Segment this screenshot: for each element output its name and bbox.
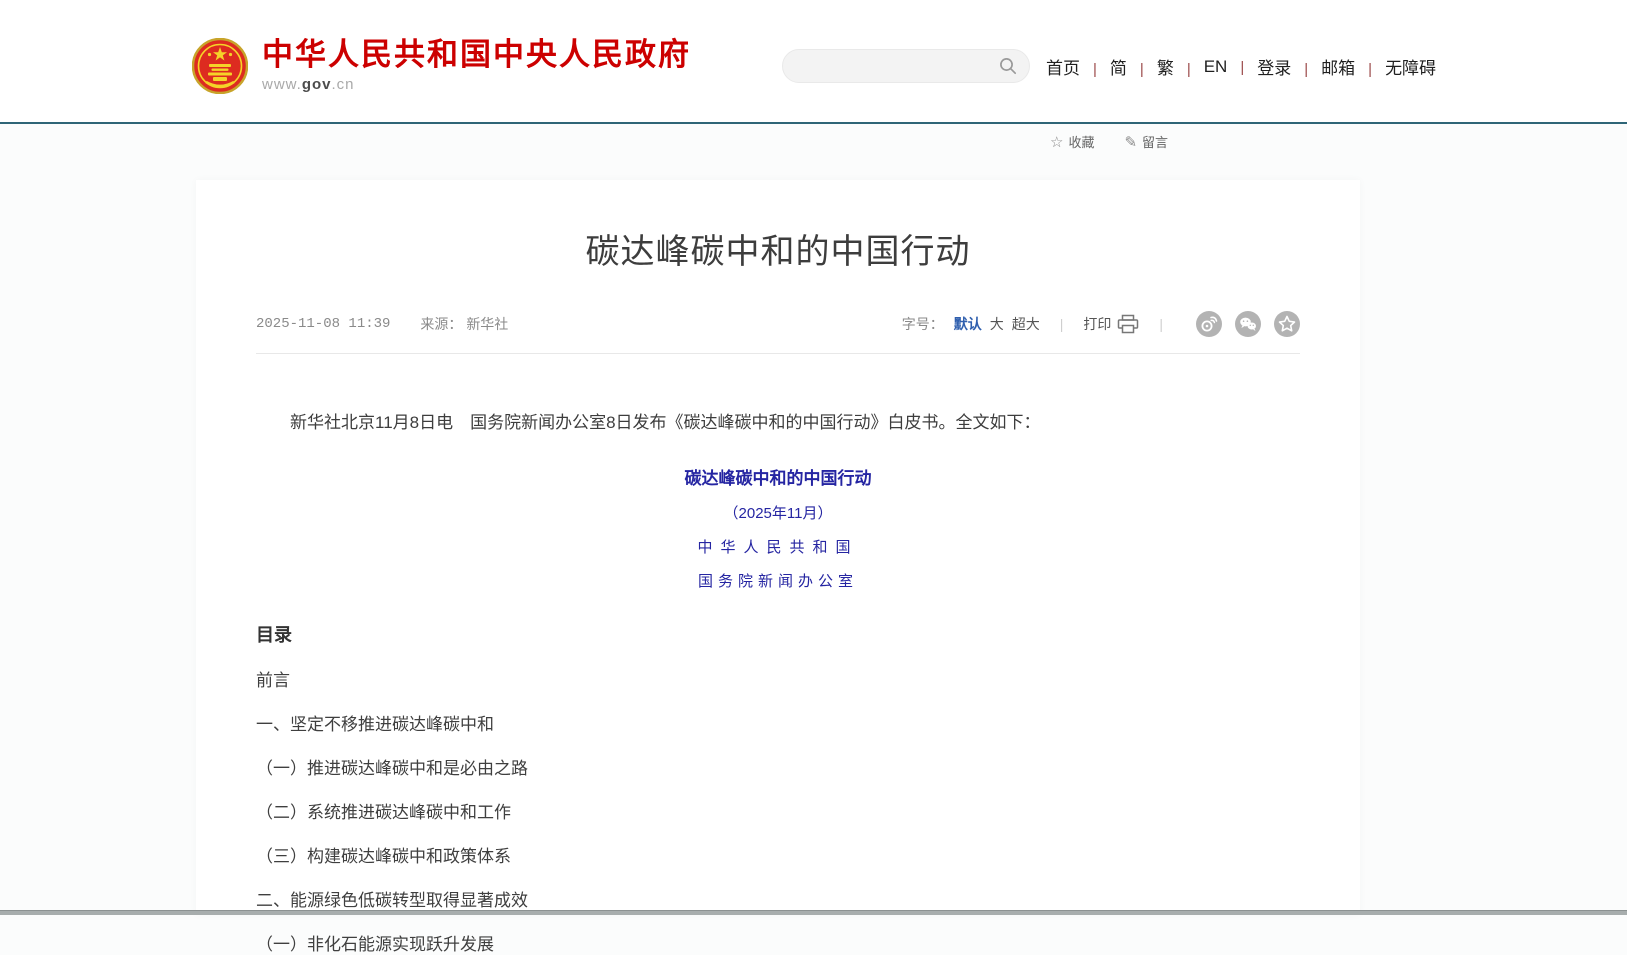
search-input[interactable]	[799, 50, 999, 82]
top-nav-link[interactable]: 简	[1110, 54, 1157, 79]
search-box[interactable]	[782, 49, 1030, 83]
favorite-button[interactable]: ☆ 收藏	[1050, 132, 1094, 151]
page-action-bar: ☆ 收藏 ✎ 留言	[1050, 132, 1198, 151]
publish-date: 2025-11-08 11:39	[256, 316, 390, 332]
article-intro-paragraph: 新华社北京11月8日电 国务院新闻办公室8日发布《碳达峰碳中和的中国行动》白皮书…	[256, 410, 1300, 436]
article-meta-left: 2025-11-08 11:39 来源： 新华社	[256, 314, 508, 334]
source: 来源： 新华社	[420, 314, 508, 334]
url-cn: .cn	[332, 76, 355, 93]
toc-item: （一）非化石能源实现跃升发展	[256, 935, 1300, 955]
url-www: www.	[262, 76, 302, 93]
search-icon[interactable]	[999, 57, 1017, 75]
toc-item: 一、坚定不移推进碳达峰碳中和	[256, 715, 1300, 735]
favorite-label: 收藏	[1068, 132, 1094, 151]
weibo-share-icon[interactable]	[1196, 311, 1222, 337]
fontsize-default-button[interactable]: 默认	[954, 314, 982, 334]
fontsize-large-button[interactable]: 大	[990, 314, 1004, 334]
article-meta-row: 2025-11-08 11:39 来源： 新华社 字号： 默认 大 超大 | 打…	[256, 311, 1300, 354]
comment-button[interactable]: ✎ 留言	[1124, 132, 1168, 151]
article-card: 碳达峰碳中和的中国行动 2025-11-08 11:39 来源： 新华社 字号：…	[196, 180, 1360, 915]
toc-item: 前言	[256, 671, 1300, 691]
top-nav-link[interactable]: 登录	[1257, 54, 1321, 79]
document-title: 碳达峰碳中和的中国行动	[256, 464, 1300, 489]
site-url: www.gov.cn	[262, 76, 691, 93]
print-label: 打印	[1083, 314, 1111, 334]
top-nav-link[interactable]: 繁	[1157, 54, 1204, 79]
source-label: 来源：	[420, 316, 462, 332]
site-header: 中华人民共和国中央人民政府 www.gov.cn 首页简繁EN登录邮箱无障碍	[0, 0, 1627, 122]
site-title: 中华人民共和国中央人民政府	[262, 38, 691, 72]
toc-item: （三）构建碳达峰碳中和政策体系	[256, 847, 1300, 867]
top-nav-link[interactable]: 首页	[1046, 54, 1110, 79]
national-emblem-logo	[192, 38, 248, 94]
toc-heading: 目录	[256, 621, 1300, 647]
article-meta-right: 字号： 默认 大 超大 | 打印 |	[902, 311, 1300, 337]
comment-label: 留言	[1142, 132, 1168, 151]
toc-item: （二）系统推进碳达峰碳中和工作	[256, 803, 1300, 823]
qzone-share-icon[interactable]	[1274, 311, 1300, 337]
print-button[interactable]: 打印	[1083, 314, 1139, 334]
toc-item: （一）推进碳达峰碳中和是必由之路	[256, 759, 1300, 779]
top-nav-link[interactable]: 邮箱	[1321, 54, 1385, 79]
article-title: 碳达峰碳中和的中国行动	[256, 224, 1300, 273]
wechat-share-icon[interactable]	[1235, 311, 1261, 337]
star-icon: ☆	[1050, 133, 1063, 151]
top-nav-link[interactable]: 无障碍	[1385, 54, 1436, 79]
site-brand[interactable]: 中华人民共和国中央人民政府 www.gov.cn	[192, 38, 691, 94]
toc-item: 二、能源绿色低碳转型取得显著成效	[256, 891, 1300, 911]
url-gov: gov	[302, 76, 332, 93]
share-icons	[1183, 311, 1300, 337]
top-nav: 首页简繁EN登录邮箱无障碍	[1046, 54, 1436, 79]
pencil-icon: ✎	[1124, 133, 1137, 151]
top-nav-link[interactable]: EN	[1204, 57, 1258, 77]
document-org-line2: 国务院新闻办公室	[256, 570, 1300, 591]
fontsize-label: 字号：	[902, 314, 944, 334]
window-bottom-edge	[0, 910, 1627, 915]
fontsize-xlarge-button[interactable]: 超大	[1012, 314, 1040, 334]
meta-separator: |	[1159, 316, 1163, 332]
document-org-line1: 中华人民共和国	[256, 536, 1300, 557]
printer-icon	[1117, 314, 1139, 334]
document-date: （2025年11月）	[256, 502, 1300, 523]
meta-separator: |	[1060, 316, 1064, 332]
source-value: 新华社	[466, 316, 508, 332]
header-divider-line	[0, 122, 1627, 124]
